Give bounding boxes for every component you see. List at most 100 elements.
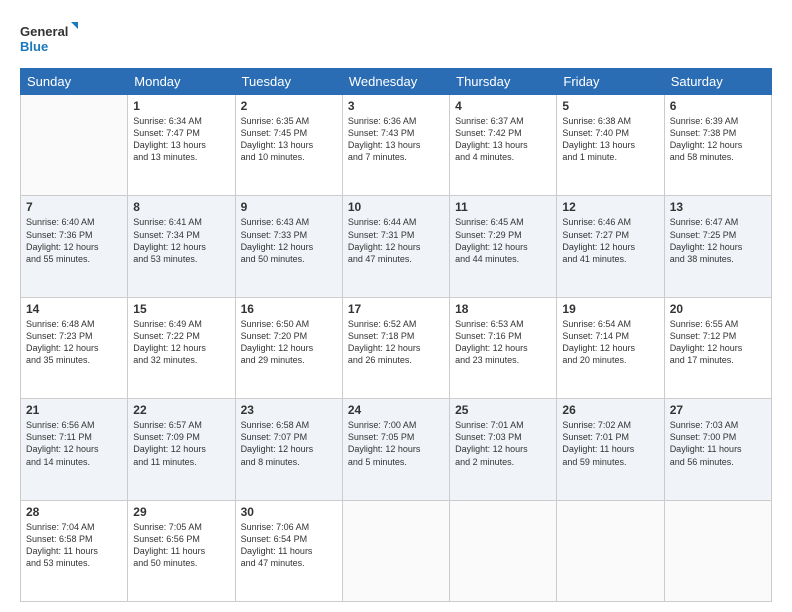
calendar-cell: 10Sunrise: 6:44 AM Sunset: 7:31 PM Dayli… <box>342 196 449 297</box>
day-number: 14 <box>26 302 122 316</box>
cell-info: Sunrise: 6:44 AM Sunset: 7:31 PM Dayligh… <box>348 216 444 265</box>
weekday-header-wednesday: Wednesday <box>342 69 449 95</box>
day-number: 11 <box>455 200 551 214</box>
cell-info: Sunrise: 6:40 AM Sunset: 7:36 PM Dayligh… <box>26 216 122 265</box>
weekday-header-row: SundayMondayTuesdayWednesdayThursdayFrid… <box>21 69 772 95</box>
calendar-cell: 19 Sunrise: 6:54 AM Sunset: 7:14 PM Dayli… <box>557 297 664 398</box>
calendar-cell: 11 Sunrise: 6:45 AM Sunset: 7:29 PM Dayli… <box>450 196 557 297</box>
day-number: 26 <box>562 403 658 417</box>
weekday-header-thursday: Thursday <box>450 69 557 95</box>
day-number: 25 <box>455 403 551 417</box>
cell-info: Sunrise: 6:50 AM Sunset: 7:20 PM Dayligh… <box>241 318 337 367</box>
cell-info: Sunrise: 7:00 AM Sunset: 7:05 PM Dayligh… <box>348 419 444 468</box>
calendar-cell: 23 Sunrise: 6:58 AM Sunset: 7:07 PM Dayli… <box>235 399 342 500</box>
cell-info: Sunrise: 6:53 AM Sunset: 7:16 PM Dayligh… <box>455 318 551 367</box>
svg-text:General: General <box>20 24 68 39</box>
cell-info: Sunrise: 6:41 AM Sunset: 7:34 PM Dayligh… <box>133 216 229 265</box>
day-number: 1 <box>133 99 229 113</box>
calendar-week-5: 28 Sunrise: 7:04 AM Sunset: 6:58 PM Dayli… <box>21 500 772 601</box>
calendar-cell: 13 Sunrise: 6:47 AM Sunset: 7:25 PM Dayli… <box>664 196 771 297</box>
day-number: 2 <box>241 99 337 113</box>
day-number: 17 <box>348 302 444 316</box>
calendar-cell: 20 Sunrise: 6:55 AM Sunset: 7:12 PM Dayli… <box>664 297 771 398</box>
calendar-cell: 28 Sunrise: 7:04 AM Sunset: 6:58 PM Dayli… <box>21 500 128 601</box>
calendar-cell: 26Sunrise: 7:02 AM Sunset: 7:01 PM Dayli… <box>557 399 664 500</box>
calendar-cell: 6 Sunrise: 6:39 AM Sunset: 7:38 PM Daylig… <box>664 95 771 196</box>
calendar-cell <box>342 500 449 601</box>
cell-info: Sunrise: 6:58 AM Sunset: 7:07 PM Dayligh… <box>241 419 337 468</box>
weekday-header-sunday: Sunday <box>21 69 128 95</box>
day-number: 24 <box>348 403 444 417</box>
cell-info: Sunrise: 6:36 AM Sunset: 7:43 PM Dayligh… <box>348 115 444 164</box>
day-number: 3 <box>348 99 444 113</box>
cell-info: Sunrise: 6:45 AM Sunset: 7:29 PM Dayligh… <box>455 216 551 265</box>
calendar-cell: 29Sunrise: 7:05 AM Sunset: 6:56 PM Dayli… <box>128 500 235 601</box>
day-number: 4 <box>455 99 551 113</box>
day-number: 19 <box>562 302 658 316</box>
calendar-cell: 7 Sunrise: 6:40 AM Sunset: 7:36 PM Daylig… <box>21 196 128 297</box>
day-number: 9 <box>241 200 337 214</box>
cell-info: Sunrise: 6:55 AM Sunset: 7:12 PM Dayligh… <box>670 318 766 367</box>
cell-info: Sunrise: 6:48 AM Sunset: 7:23 PM Dayligh… <box>26 318 122 367</box>
cell-info: Sunrise: 6:46 AM Sunset: 7:27 PM Dayligh… <box>562 216 658 265</box>
day-number: 23 <box>241 403 337 417</box>
calendar-week-4: 21 Sunrise: 6:56 AM Sunset: 7:11 PM Dayli… <box>21 399 772 500</box>
day-number: 18 <box>455 302 551 316</box>
calendar-week-1: 1 Sunrise: 6:34 AM Sunset: 7:47 PM Daylig… <box>21 95 772 196</box>
calendar-cell: 17 Sunrise: 6:52 AM Sunset: 7:18 PM Dayli… <box>342 297 449 398</box>
calendar-cell: 3 Sunrise: 6:36 AM Sunset: 7:43 PM Daylig… <box>342 95 449 196</box>
logo-svg: General Blue <box>20 18 80 58</box>
calendar-cell: 24 Sunrise: 7:00 AM Sunset: 7:05 PM Dayli… <box>342 399 449 500</box>
day-number: 5 <box>562 99 658 113</box>
day-number: 8 <box>133 200 229 214</box>
cell-info: Sunrise: 6:35 AM Sunset: 7:45 PM Dayligh… <box>241 115 337 164</box>
calendar-cell <box>664 500 771 601</box>
calendar-cell: 1 Sunrise: 6:34 AM Sunset: 7:47 PM Daylig… <box>128 95 235 196</box>
day-number: 21 <box>26 403 122 417</box>
weekday-header-friday: Friday <box>557 69 664 95</box>
cell-info: Sunrise: 6:56 AM Sunset: 7:11 PM Dayligh… <box>26 419 122 468</box>
cell-info: Sunrise: 6:38 AM Sunset: 7:40 PM Dayligh… <box>562 115 658 164</box>
day-number: 13 <box>670 200 766 214</box>
day-number: 7 <box>26 200 122 214</box>
cell-info: Sunrise: 6:54 AM Sunset: 7:14 PM Dayligh… <box>562 318 658 367</box>
calendar-cell <box>557 500 664 601</box>
weekday-header-monday: Monday <box>128 69 235 95</box>
calendar-cell: 16Sunrise: 6:50 AM Sunset: 7:20 PM Dayli… <box>235 297 342 398</box>
cell-info: Sunrise: 6:47 AM Sunset: 7:25 PM Dayligh… <box>670 216 766 265</box>
day-number: 30 <box>241 505 337 519</box>
cell-info: Sunrise: 6:37 AM Sunset: 7:42 PM Dayligh… <box>455 115 551 164</box>
calendar-cell: 2 Sunrise: 6:35 AM Sunset: 7:45 PM Daylig… <box>235 95 342 196</box>
cell-info: Sunrise: 6:39 AM Sunset: 7:38 PM Dayligh… <box>670 115 766 164</box>
cell-info: Sunrise: 6:34 AM Sunset: 7:47 PM Dayligh… <box>133 115 229 164</box>
cell-info: Sunrise: 6:52 AM Sunset: 7:18 PM Dayligh… <box>348 318 444 367</box>
calendar-cell: 4 Sunrise: 6:37 AM Sunset: 7:42 PM Daylig… <box>450 95 557 196</box>
cell-info: Sunrise: 7:01 AM Sunset: 7:03 PM Dayligh… <box>455 419 551 468</box>
day-number: 27 <box>670 403 766 417</box>
day-number: 15 <box>133 302 229 316</box>
day-number: 28 <box>26 505 122 519</box>
day-number: 6 <box>670 99 766 113</box>
cell-info: Sunrise: 7:06 AM Sunset: 6:54 PM Dayligh… <box>241 521 337 570</box>
logo: General Blue <box>20 18 80 58</box>
calendar-week-2: 7 Sunrise: 6:40 AM Sunset: 7:36 PM Daylig… <box>21 196 772 297</box>
calendar-cell: 30 Sunrise: 7:06 AM Sunset: 6:54 PM Dayli… <box>235 500 342 601</box>
calendar-cell <box>21 95 128 196</box>
cell-info: Sunrise: 6:43 AM Sunset: 7:33 PM Dayligh… <box>241 216 337 265</box>
calendar-table: SundayMondayTuesdayWednesdayThursdayFrid… <box>20 68 772 602</box>
cell-info: Sunrise: 7:04 AM Sunset: 6:58 PM Dayligh… <box>26 521 122 570</box>
page: General Blue SundayMondayTuesdayWednesda… <box>0 0 792 612</box>
calendar-cell: 8 Sunrise: 6:41 AM Sunset: 7:34 PM Daylig… <box>128 196 235 297</box>
calendar-cell: 21 Sunrise: 6:56 AM Sunset: 7:11 PM Dayli… <box>21 399 128 500</box>
svg-text:Blue: Blue <box>20 39 48 54</box>
calendar-cell: 14 Sunrise: 6:48 AM Sunset: 7:23 PM Dayli… <box>21 297 128 398</box>
day-number: 29 <box>133 505 229 519</box>
cell-info: Sunrise: 6:57 AM Sunset: 7:09 PM Dayligh… <box>133 419 229 468</box>
weekday-header-tuesday: Tuesday <box>235 69 342 95</box>
cell-info: Sunrise: 7:03 AM Sunset: 7:00 PM Dayligh… <box>670 419 766 468</box>
weekday-header-saturday: Saturday <box>664 69 771 95</box>
calendar-cell: 12Sunrise: 6:46 AM Sunset: 7:27 PM Dayli… <box>557 196 664 297</box>
day-number: 20 <box>670 302 766 316</box>
calendar-cell: 22Sunrise: 6:57 AM Sunset: 7:09 PM Dayli… <box>128 399 235 500</box>
calendar-week-3: 14 Sunrise: 6:48 AM Sunset: 7:23 PM Dayli… <box>21 297 772 398</box>
